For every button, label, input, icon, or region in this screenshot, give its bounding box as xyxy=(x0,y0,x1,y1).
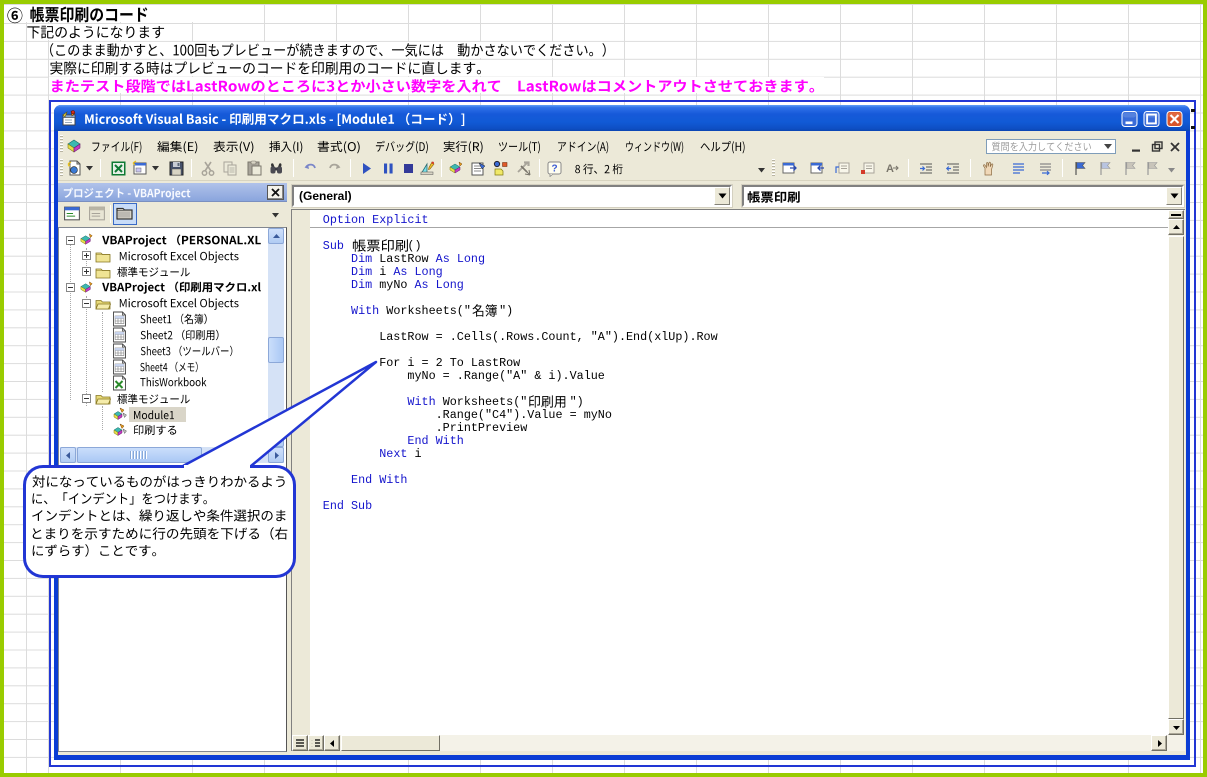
svg-text:?: ? xyxy=(551,164,557,175)
svg-text:A: A xyxy=(886,163,894,175)
